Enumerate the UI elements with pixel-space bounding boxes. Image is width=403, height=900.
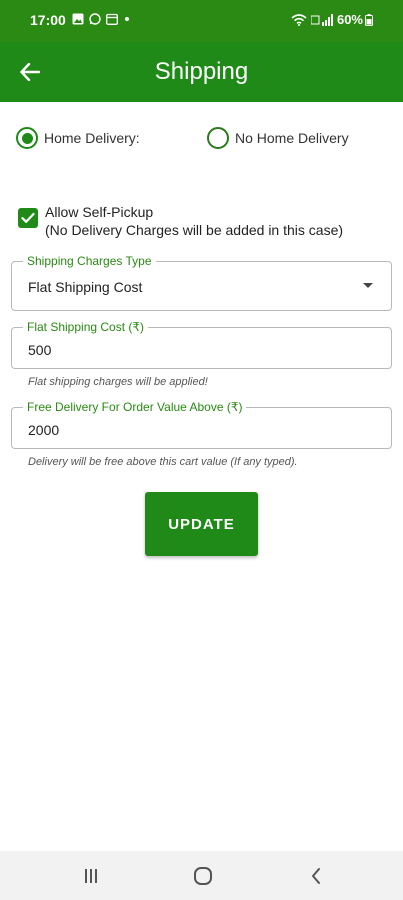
shipping-charges-type-value: Flat Shipping Cost	[28, 279, 143, 295]
home-delivery-label: Home Delivery:	[44, 130, 140, 146]
shipping-charges-type-label: Shipping Charges Type	[23, 254, 156, 268]
wifi-icon	[291, 13, 307, 26]
volte-signal-icon	[310, 13, 333, 26]
status-time: 17:00	[30, 12, 66, 28]
gallery-icon	[72, 13, 84, 25]
recent-apps-button[interactable]	[79, 865, 103, 887]
calendar-icon	[106, 13, 118, 25]
battery-percentage: 60%	[336, 12, 363, 27]
chevron-left-icon	[312, 868, 320, 884]
flat-shipping-cost-field[interactable]: Flat Shipping Cost (₹) 500	[11, 320, 392, 369]
system-indicators: 60%	[291, 12, 373, 27]
checkmark-icon	[21, 212, 35, 223]
no-home-delivery-radio[interactable]: No Home Delivery	[207, 127, 349, 149]
self-pickup-label-group: Allow Self-Pickup (No Delivery Charges w…	[45, 203, 343, 239]
page-title: Shipping	[154, 58, 249, 85]
shipping-charges-type-dropdown[interactable]: Shipping Charges Type Flat Shipping Cost	[11, 254, 392, 311]
battery-icon	[365, 13, 373, 26]
free-delivery-helper: Delivery will be free above this cart va…	[28, 456, 298, 468]
dropdown-arrow-icon	[363, 283, 373, 288]
home-icon	[194, 867, 212, 885]
radio-selected-icon	[16, 127, 38, 149]
flat-shipping-cost-value: 500	[28, 342, 52, 358]
home-delivery-radio[interactable]: Home Delivery:	[16, 127, 140, 149]
radio-unselected-icon	[207, 127, 229, 149]
app-bar: Shipping	[0, 42, 403, 102]
no-home-delivery-label: No Home Delivery	[235, 130, 349, 146]
recent-apps-icon	[85, 869, 97, 883]
system-navigation-bar	[0, 851, 403, 900]
home-button[interactable]	[191, 865, 215, 887]
free-delivery-threshold-value: 2000	[28, 422, 60, 438]
flat-shipping-cost-label: Flat Shipping Cost (₹)	[23, 320, 149, 334]
free-delivery-threshold-field[interactable]: Free Delivery For Order Value Above (₹) …	[11, 400, 392, 449]
notification-icons	[72, 13, 129, 25]
system-back-button[interactable]	[304, 865, 328, 887]
self-pickup-checkbox[interactable]	[18, 208, 38, 228]
whatsapp-icon	[89, 13, 101, 25]
self-pickup-note: (No Delivery Charges will be added in th…	[45, 222, 344, 238]
flat-shipping-cost-helper: Flat shipping charges will be applied!	[28, 376, 208, 388]
self-pickup-label: Allow Self-Pickup	[45, 204, 154, 220]
more-notifications-dot	[125, 17, 129, 21]
update-button[interactable]: UPDATE	[145, 492, 258, 556]
free-delivery-threshold-label: Free Delivery For Order Value Above (₹)	[23, 400, 247, 414]
status-bar: 17:00 60%	[0, 0, 403, 42]
